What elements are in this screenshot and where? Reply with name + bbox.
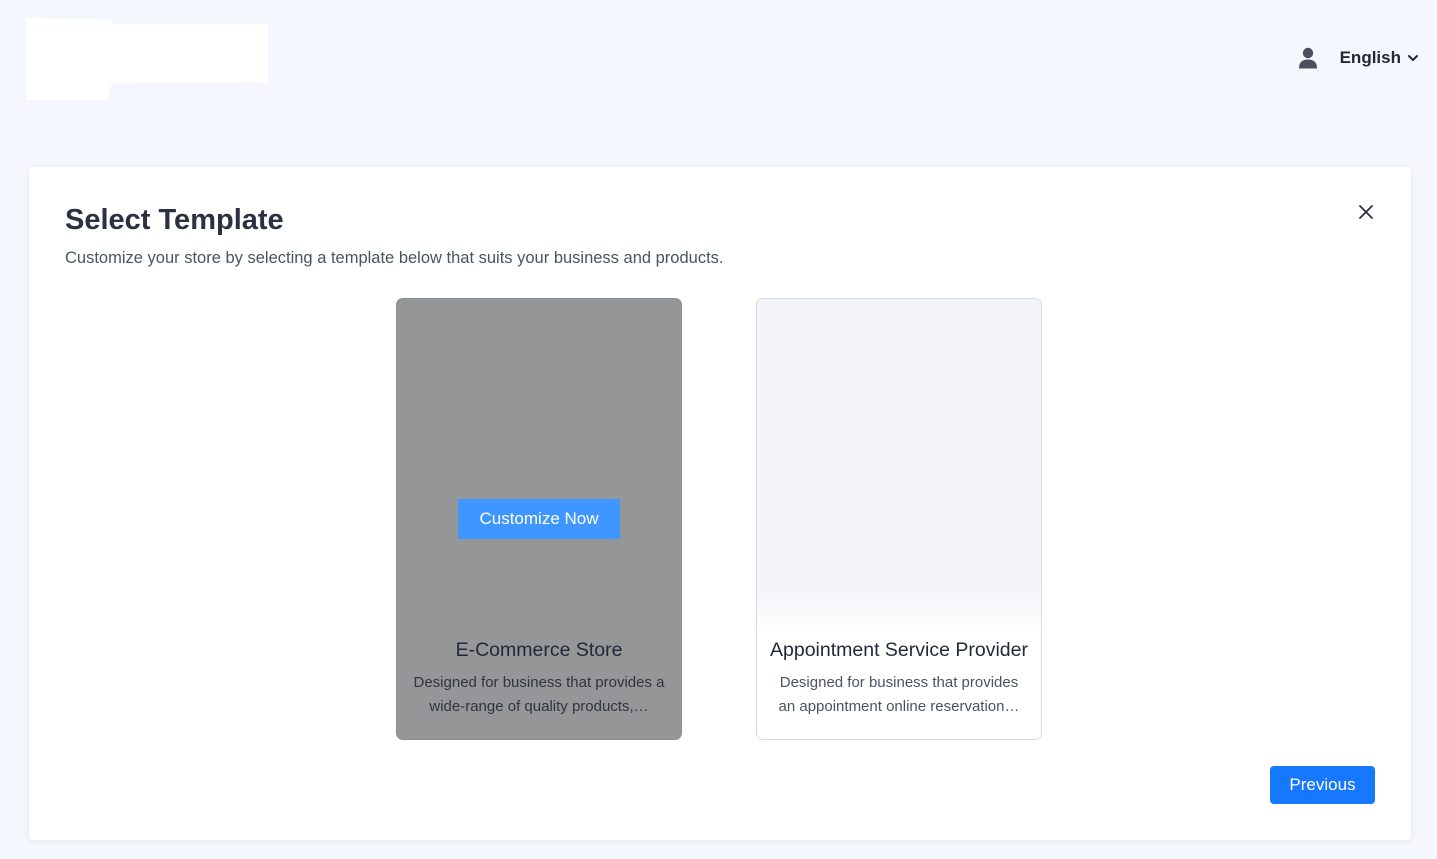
logo-placeholder — [26, 18, 268, 100]
template-card-ecommerce[interactable]: Customize Now E-Commerce Store Designed … — [396, 298, 682, 740]
language-selector[interactable]: English — [1340, 48, 1419, 68]
template-description: Designed for business that provides an a… — [778, 674, 1020, 715]
previous-button[interactable]: Previous — [1270, 766, 1375, 804]
user-icon[interactable] — [1298, 47, 1318, 69]
select-template-modal: Select Template Customize your store by … — [29, 167, 1411, 840]
chevron-down-icon — [1408, 55, 1418, 61]
language-label: English — [1339, 48, 1401, 67]
topbar-actions: English — [1298, 44, 1419, 72]
modal-title: Select Template — [65, 204, 284, 236]
template-card-appointment[interactable]: Appointment Service Provider Designed fo… — [756, 298, 1042, 740]
template-title: E-Commerce Store — [455, 639, 623, 661]
close-button[interactable] — [1355, 201, 1377, 223]
modal-subtitle: Customize your store by selecting a temp… — [65, 249, 724, 267]
close-icon — [1359, 205, 1373, 219]
template-title: Appointment Service Provider — [770, 639, 1028, 661]
template-description: Designed for business that provides a wi… — [413, 674, 665, 715]
customize-now-button[interactable]: Customize Now — [458, 499, 620, 539]
